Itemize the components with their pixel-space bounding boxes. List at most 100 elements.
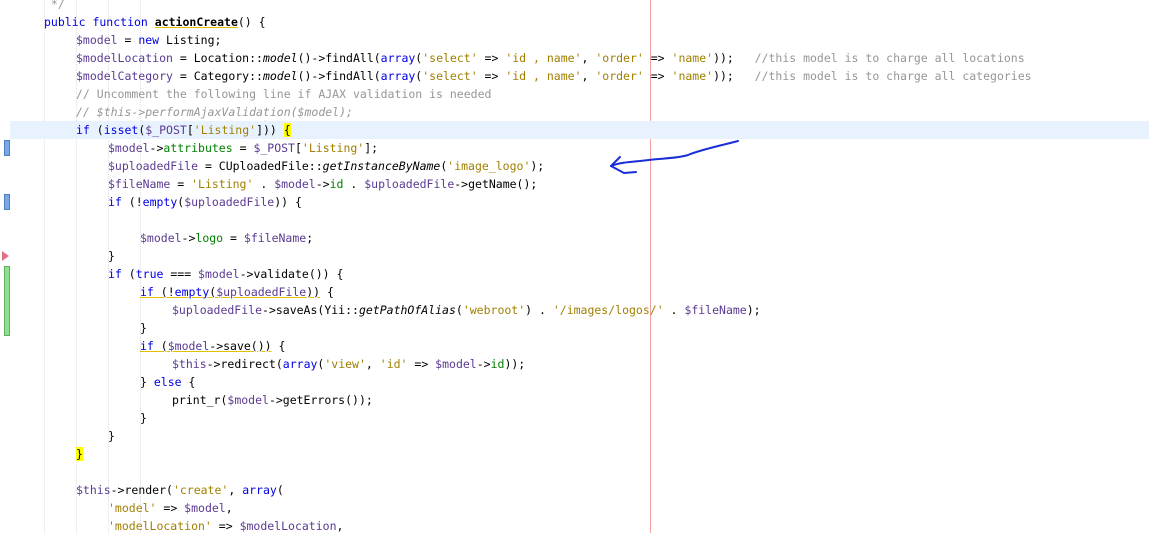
code-line[interactable]: $model->attributes = $_POST['Listing']; (12, 139, 1149, 157)
code-line-content: */ (12, 0, 65, 11)
code-token: , (365, 357, 380, 371)
code-line[interactable]: if ($model->save()) { (12, 337, 1149, 355)
code-line-content: $modelLocation = Location::model()->find… (12, 51, 1025, 65)
code-token: print_r( (172, 393, 228, 407)
code-token: $_POST (145, 123, 187, 137)
code-token: 'image_logo' (447, 159, 531, 173)
code-line[interactable]: } (12, 445, 1149, 463)
code-token: = (232, 141, 254, 155)
code-token: if (108, 267, 122, 281)
gutter-marker-error[interactable] (2, 251, 9, 261)
code-token: [ (186, 123, 194, 137)
code-token: ( (89, 123, 104, 137)
code-line[interactable]: } else { (12, 373, 1149, 391)
code-token: } (140, 411, 147, 425)
gutter-marker-change[interactable] (4, 194, 10, 210)
code-line[interactable]: $modelLocation = Location::model()->find… (12, 49, 1149, 67)
code-line-content: if (!empty($uploadedFile)) { (12, 285, 334, 299)
code-line[interactable]: $model->logo = $fileName; (12, 229, 1149, 247)
code-token: ->render( (110, 483, 173, 497)
code-token: )); (713, 51, 755, 65)
code-line[interactable]: if (!empty($uploadedFile)) { (12, 283, 1149, 301)
code-token: $_POST (253, 141, 295, 155)
code-token: 'id , name' (505, 69, 582, 83)
code-line-content: if (!empty($uploadedFile)) { (12, 195, 302, 209)
code-line[interactable]: 'modelLocation' => $modelLocation, (12, 517, 1149, 533)
code-line[interactable]: print_r($model->getErrors()); (12, 391, 1149, 409)
code-token: , (336, 519, 344, 533)
code-token: -> (181, 231, 196, 245)
code-line[interactable]: // $this->performAjaxValidation($model); (12, 103, 1149, 121)
code-line[interactable]: if (!empty($uploadedFile)) { (12, 193, 1149, 211)
code-token: $this (76, 483, 111, 497)
code-line[interactable]: $uploadedFile = CUploadedFile::getInstan… (12, 157, 1149, 175)
code-line-content: } (12, 429, 115, 443)
code-line-content: $uploadedFile = CUploadedFile::getInstan… (12, 159, 544, 173)
code-token: $uploadedFile (216, 285, 307, 299)
code-line[interactable]: $this->redirect(array('view', 'id' => $m… (12, 355, 1149, 373)
code-token: 'Listing' (301, 141, 365, 155)
code-token: => (407, 357, 436, 371)
gutter-marker-add[interactable] (4, 266, 10, 336)
code-token: , (581, 69, 596, 83)
code-line-content: 'model' => $model, (12, 501, 233, 515)
code-token: 'select' (422, 69, 478, 83)
code-token: $this (172, 357, 207, 371)
code-token: ); (746, 303, 761, 317)
code-line[interactable]: $this->render('create', array( (12, 481, 1149, 499)
code-token: ( (121, 267, 136, 281)
code-token: ->save()) (209, 339, 272, 353)
code-token: { (271, 339, 286, 353)
code-line-current[interactable]: if (isset($_POST['Listing'])) { (10, 121, 1149, 139)
code-line[interactable]: 'model' => $model, (12, 499, 1149, 517)
code-line[interactable]: public function actionCreate() { (12, 13, 1149, 31)
code-token: empty (142, 195, 178, 209)
code-line[interactable]: $modelCategory = Category::model()->find… (12, 67, 1149, 85)
code-line[interactable] (12, 211, 1149, 229)
code-line[interactable]: } (12, 319, 1149, 337)
code-token: } (108, 249, 115, 263)
code-line-content: $model = new Listing; (12, 33, 221, 47)
code-token: $modelLocation (76, 51, 173, 65)
code-line[interactable]: if (true === $model->validate()) { (12, 265, 1149, 283)
code-token: array (242, 483, 277, 497)
code-line-content: if ($model->save()) { (12, 339, 285, 353)
code-token: => (477, 69, 506, 83)
code-token: if (140, 339, 154, 353)
code-line[interactable]: $fileName = 'Listing' . $model->id . $up… (12, 175, 1149, 193)
code-line[interactable]: } (12, 247, 1149, 265)
code-line[interactable] (12, 463, 1149, 481)
editor-gutter (0, 0, 12, 533)
code-token: 'id , name' (505, 51, 582, 65)
code-token: array (380, 69, 416, 83)
code-token: getPathOfAlias (358, 303, 456, 317)
code-editor[interactable]: */ public function actionCreate() { $model… (0, 0, 1149, 533)
code-line-content: $uploadedFile->saveAs(Yii::getPathOfAlia… (12, 303, 761, 317)
code-token: $model (76, 33, 118, 47)
code-line-content: $this->render('create', array( (12, 483, 284, 497)
code-token: attributes (163, 141, 233, 155)
code-token: )) { (274, 195, 302, 209)
code-token: $modelCategory (76, 69, 173, 83)
code-line-content: } else { (12, 375, 195, 389)
gutter-marker-change[interactable] (4, 140, 10, 156)
code-line[interactable]: $uploadedFile->saveAs(Yii::getPathOfAlia… (12, 301, 1149, 319)
code-line[interactable]: } (12, 409, 1149, 427)
code-token: $model (108, 141, 150, 155)
code-token: model (262, 51, 298, 65)
code-line[interactable]: // Uncomment the following line if AJAX … (12, 85, 1149, 103)
code-token: $uploadedFile (108, 159, 199, 173)
code-token: $uploadedFile (172, 303, 263, 317)
code-line[interactable]: */ (12, 0, 1149, 13)
code-line[interactable]: $model = new Listing; (12, 31, 1149, 49)
code-token: . (343, 177, 365, 191)
code-line[interactable]: } (12, 427, 1149, 445)
code-token: ]; (364, 141, 379, 155)
code-line-content: if (true === $model->validate()) { (12, 267, 343, 281)
code-line-content: $model->logo = $fileName; (12, 231, 313, 245)
code-token: { (181, 375, 196, 389)
code-token: [ (294, 141, 302, 155)
code-token: )) (306, 285, 321, 299)
code-token: $fileName (243, 231, 307, 245)
code-token: 'webroot' (462, 303, 526, 317)
